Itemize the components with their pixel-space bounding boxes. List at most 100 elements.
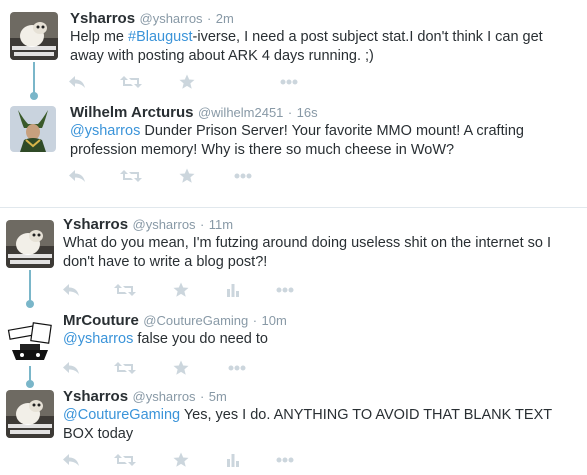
retweet-icon bbox=[114, 284, 136, 296]
analytics-icon bbox=[227, 284, 239, 297]
tweet-actions bbox=[66, 166, 326, 186]
reply-button[interactable] bbox=[66, 72, 88, 92]
tweet-header: Ysharros @ysharros · 2m bbox=[70, 10, 234, 28]
separator: · bbox=[200, 217, 205, 232]
author-name[interactable]: Ysharros bbox=[63, 216, 128, 233]
timestamp[interactable]: 5m bbox=[209, 389, 227, 404]
tweet: MrCouture @CoutureGaming · 10m @ysharros… bbox=[0, 306, 587, 384]
favorite-button[interactable] bbox=[170, 358, 192, 378]
reply-icon bbox=[63, 454, 79, 466]
tweet-header: Ysharros @ysharros · 11m bbox=[63, 216, 233, 234]
more-icon bbox=[228, 365, 246, 371]
retweet-button[interactable] bbox=[120, 72, 142, 92]
more-icon bbox=[234, 173, 252, 179]
tweet-actions bbox=[66, 72, 326, 92]
analytics-button[interactable] bbox=[222, 450, 244, 470]
reply-icon bbox=[69, 76, 85, 88]
favorite-icon bbox=[179, 74, 195, 89]
retweet-icon bbox=[120, 170, 142, 182]
tweet: Wilhelm Arcturus @wilhelm2451 · 16s @ysh… bbox=[0, 100, 587, 200]
reply-icon bbox=[63, 284, 79, 296]
author-name[interactable]: Wilhelm Arcturus bbox=[70, 104, 194, 121]
mention-link[interactable]: @ysharros bbox=[70, 123, 140, 139]
timestamp[interactable]: 10m bbox=[262, 313, 287, 328]
horned-helmet-avatar-icon bbox=[10, 106, 56, 152]
hashtag-link[interactable]: #Blaugust bbox=[128, 29, 193, 45]
analytics-button[interactable] bbox=[222, 280, 244, 300]
retweet-icon bbox=[120, 76, 142, 88]
retweet-button[interactable] bbox=[114, 358, 136, 378]
favorite-button[interactable] bbox=[176, 72, 198, 92]
favorite-button[interactable] bbox=[176, 166, 198, 186]
more-icon bbox=[276, 287, 294, 293]
tweet-actions bbox=[60, 450, 320, 470]
favorite-button[interactable] bbox=[170, 450, 192, 470]
tweet-actions bbox=[60, 358, 320, 378]
more-icon bbox=[280, 79, 298, 85]
couture-logo-avatar-icon bbox=[6, 318, 54, 366]
tweet-text-segment: Help me bbox=[70, 29, 129, 45]
timestamp[interactable]: 16s bbox=[297, 105, 318, 120]
timestamp[interactable]: 2m bbox=[216, 11, 234, 26]
favorite-icon bbox=[173, 282, 189, 297]
tweet: Ysharros @ysharros · 2m Help me #Blaugus… bbox=[0, 0, 587, 100]
favorite-icon bbox=[179, 168, 195, 183]
more-button[interactable] bbox=[232, 166, 254, 186]
avatar[interactable] bbox=[10, 106, 56, 152]
tweet-text: Help me #Blaugust-iverse, I need a post … bbox=[70, 28, 570, 66]
author-name[interactable]: Ysharros bbox=[63, 388, 128, 405]
favorite-button[interactable] bbox=[170, 280, 192, 300]
favorite-icon bbox=[173, 360, 189, 375]
more-button[interactable] bbox=[226, 358, 248, 378]
author-handle[interactable]: @ysharros bbox=[133, 389, 196, 404]
tweet-text-segment: false you do need to bbox=[133, 331, 268, 347]
tweet-text: @ysharros Dunder Prison Server! Your fav… bbox=[70, 122, 560, 160]
reply-button[interactable] bbox=[66, 166, 88, 186]
avatar[interactable] bbox=[6, 318, 54, 366]
analytics-icon bbox=[227, 454, 239, 467]
reply-icon bbox=[69, 170, 85, 182]
tweet-header: MrCouture @CoutureGaming · 10m bbox=[63, 312, 287, 330]
avatar[interactable] bbox=[10, 12, 58, 60]
mention-link[interactable]: @ysharros bbox=[63, 331, 133, 347]
mention-link[interactable]: @CoutureGaming bbox=[63, 407, 180, 423]
author-handle[interactable]: @ysharros bbox=[140, 11, 203, 26]
separator: · bbox=[200, 389, 205, 404]
tweet-text-segment: What do you mean, I'm futzing around doi… bbox=[63, 235, 551, 270]
reply-button[interactable] bbox=[60, 450, 82, 470]
tweet: Ysharros @ysharros · 11m What do you mea… bbox=[0, 208, 587, 306]
author-handle[interactable]: @CoutureGaming bbox=[143, 313, 248, 328]
reply-button[interactable] bbox=[60, 358, 82, 378]
retweet-button[interactable] bbox=[114, 280, 136, 300]
cat-avatar-icon bbox=[10, 12, 58, 60]
cat-avatar-icon bbox=[6, 220, 54, 268]
separator: · bbox=[207, 11, 212, 26]
retweet-icon bbox=[114, 454, 136, 466]
reply-button[interactable] bbox=[60, 280, 82, 300]
avatar[interactable] bbox=[6, 220, 54, 268]
tweet-actions bbox=[60, 280, 320, 300]
more-button[interactable] bbox=[274, 450, 296, 470]
author-name[interactable]: MrCouture bbox=[63, 312, 139, 329]
separator: · bbox=[252, 313, 258, 328]
tweet-text: @ysharros false you do need to bbox=[63, 330, 563, 349]
separator: · bbox=[287, 105, 293, 120]
favorite-icon bbox=[173, 452, 189, 467]
author-handle[interactable]: @ysharros bbox=[133, 217, 196, 232]
retweet-button[interactable] bbox=[120, 166, 142, 186]
author-handle[interactable]: @wilhelm2451 bbox=[198, 105, 283, 120]
tweet-header: Ysharros @ysharros · 5m bbox=[63, 388, 227, 406]
more-button[interactable] bbox=[274, 280, 296, 300]
tweet: Ysharros @ysharros · 5m @CoutureGaming Y… bbox=[0, 384, 587, 475]
retweet-icon bbox=[114, 362, 136, 374]
tweet-text: @CoutureGaming Yes, yes I do. ANYTHING T… bbox=[63, 406, 573, 444]
retweet-button[interactable] bbox=[114, 450, 136, 470]
timestamp[interactable]: 11m bbox=[209, 217, 233, 232]
more-button[interactable] bbox=[278, 72, 300, 92]
more-icon bbox=[276, 457, 294, 463]
tweet-header: Wilhelm Arcturus @wilhelm2451 · 16s bbox=[70, 104, 318, 122]
tweet-text: What do you mean, I'm futzing around doi… bbox=[63, 234, 563, 272]
cat-avatar-icon bbox=[6, 390, 54, 438]
author-name[interactable]: Ysharros bbox=[70, 10, 135, 27]
avatar[interactable] bbox=[6, 390, 54, 438]
